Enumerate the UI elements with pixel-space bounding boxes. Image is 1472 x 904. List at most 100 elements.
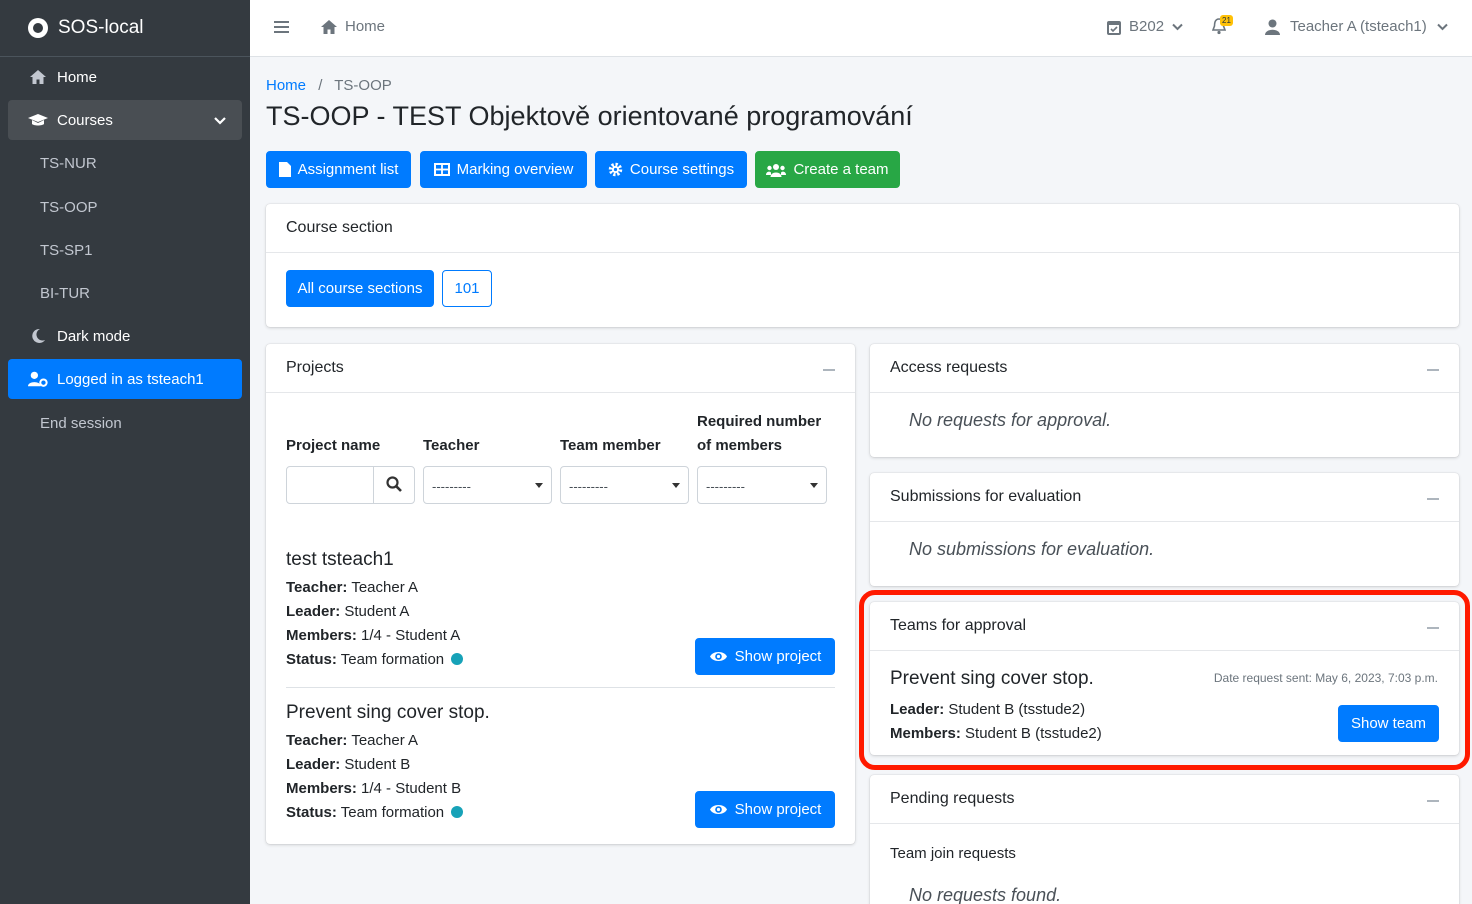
page-title: TS-OOP - TEST Objektově orientované prog… xyxy=(266,101,913,131)
sidebar-item-label: Logged in as tsteach1 xyxy=(57,370,204,388)
course-settings-button[interactable]: Course settings xyxy=(595,151,747,188)
gear-icon xyxy=(608,162,623,177)
field-label: Teacher: xyxy=(286,732,348,749)
project-name: Prevent sing cover stop. xyxy=(286,702,490,723)
marking-overview-button[interactable]: Marking overview xyxy=(420,151,587,188)
project-members: Members: 1/4 - Student A xyxy=(286,624,463,648)
room-dropdown[interactable]: B202 xyxy=(1107,18,1183,35)
section-101-button[interactable]: 101 xyxy=(442,270,492,307)
field-label: Members: xyxy=(286,780,357,797)
projects-card: Projects Project name Teacher Team membe… xyxy=(266,344,855,844)
pending-subtitle: Team join requests xyxy=(890,845,1016,862)
sidebar-item-ts-sp1[interactable]: TS-SP1 xyxy=(8,230,242,270)
column-header-project-name: Project name xyxy=(286,437,381,454)
project-status: Status: Team formation xyxy=(286,648,464,672)
sidebar-item-logged-in[interactable]: Logged in as tsteach1 xyxy=(8,359,242,399)
sidebar-item-ts-oop[interactable]: TS-OOP xyxy=(8,187,242,227)
breadcrumb-separator: / xyxy=(318,77,323,94)
project-leader: Leader: Student B xyxy=(286,753,490,777)
column-header-team-member: Team member xyxy=(560,437,661,454)
access-requests-card: Access requests No requests for approval… xyxy=(870,344,1459,457)
topbar-home-link[interactable]: Home xyxy=(320,18,385,35)
minimize-icon[interactable] xyxy=(1427,498,1439,500)
button-label: Course settings xyxy=(629,161,735,178)
teacher-select[interactable]: --------- xyxy=(423,466,552,504)
card-header: Access requests xyxy=(870,344,1459,393)
topbar: Home B202 21 Teacher A (tsteach1) xyxy=(250,0,1472,57)
field-label: Status: xyxy=(286,651,337,668)
brand-logo-icon xyxy=(28,18,48,38)
create-team-button[interactable]: Create a team xyxy=(755,151,900,188)
field-value: Teacher A xyxy=(351,732,419,749)
brand[interactable]: SOS-local xyxy=(0,0,250,57)
sidebar-item-label: TS-SP1 xyxy=(40,241,93,259)
sidebar-item-end-session[interactable]: End session xyxy=(8,403,242,443)
project-members: Members: 1/4 - Student B xyxy=(286,777,490,801)
button-label: Create a team xyxy=(793,161,889,178)
project-name: test tsteach1 xyxy=(286,549,394,570)
calendar-check-icon xyxy=(1107,19,1121,35)
show-project-button[interactable]: Show project xyxy=(695,791,835,828)
user-dropdown[interactable]: Teacher A (tsteach1) xyxy=(1265,18,1448,35)
hamburger-menu-icon[interactable] xyxy=(274,20,289,34)
field-value: Student B xyxy=(344,756,411,773)
breadcrumb-home-link[interactable]: Home xyxy=(266,77,306,94)
eye-icon xyxy=(709,803,728,816)
sidebar-item-label: Courses xyxy=(57,111,113,129)
sidebar-item-home[interactable]: Home xyxy=(8,57,242,97)
topbar-home-label: Home xyxy=(345,18,386,35)
sidebar-item-ts-nur[interactable]: TS-NUR xyxy=(8,143,242,183)
field-value: Team formation xyxy=(340,804,445,821)
all-course-sections-button[interactable]: All course sections xyxy=(286,270,434,307)
field-label: Leader: xyxy=(286,603,341,620)
course-section-card: Course section All course sections 101 xyxy=(266,204,1459,327)
required-members-select[interactable]: --------- xyxy=(697,466,827,504)
breadcrumb: Home / TS-OOP xyxy=(266,77,392,94)
minimize-icon[interactable] xyxy=(823,369,835,371)
home-icon xyxy=(28,69,48,85)
sidebar-item-label: Dark mode xyxy=(57,327,131,345)
card-title: Submissions for evaluation xyxy=(890,488,1082,505)
minimize-icon[interactable] xyxy=(1427,369,1439,371)
chevron-down-icon xyxy=(1172,23,1183,31)
status-indicator-icon xyxy=(451,653,464,665)
button-label: Marking overview xyxy=(456,161,574,178)
header-line: of members xyxy=(697,437,783,454)
notifications-button[interactable]: 21 xyxy=(1212,15,1233,35)
divider xyxy=(286,687,835,688)
breadcrumb-current: TS-OOP xyxy=(334,77,392,94)
button-label: Assignment list xyxy=(297,161,399,178)
empty-message: No submissions for evaluation. xyxy=(909,539,1155,559)
field-value: Team formation xyxy=(340,651,445,668)
sidebar-item-label: BI-TUR xyxy=(40,284,90,302)
search-icon[interactable] xyxy=(386,476,402,492)
sidebar-item-bi-tur[interactable]: BI-TUR xyxy=(8,273,242,313)
project-name-search xyxy=(286,466,415,504)
bell-icon: 21 xyxy=(1212,15,1233,35)
project-teacher: Teacher: Teacher A xyxy=(286,576,463,600)
main-content: Home / TS-OOP TS-OOP - TEST Objektově or… xyxy=(250,57,1472,904)
sidebar: SOS-local Home Courses TS-NUR TS-OOP TS-… xyxy=(0,0,250,904)
field-label: Members: xyxy=(286,627,357,644)
project-leader: Leader: Student A xyxy=(286,600,463,624)
minimize-icon[interactable] xyxy=(1427,800,1439,802)
card-title: Course section xyxy=(266,204,1459,253)
project-status: Status: Team formation xyxy=(286,801,490,825)
button-label: Show project xyxy=(734,648,822,665)
button-label: Show project xyxy=(734,801,822,818)
field-label: Leader: xyxy=(286,756,341,773)
home-icon xyxy=(320,19,338,35)
file-icon xyxy=(278,162,291,177)
field-value: 1/4 - Student A xyxy=(361,627,461,644)
project-name-input[interactable] xyxy=(287,467,374,503)
show-project-button[interactable]: Show project xyxy=(695,638,835,675)
column-header-required-members: Required number of members xyxy=(697,410,821,458)
sidebar-item-dark-mode[interactable]: Dark mode xyxy=(8,316,242,356)
field-label: Status: xyxy=(286,804,337,821)
notification-badge: 21 xyxy=(1220,15,1233,26)
sidebar-item-courses[interactable]: Courses xyxy=(8,100,242,140)
assignment-list-button[interactable]: Assignment list xyxy=(266,151,411,188)
card-header: Pending requests xyxy=(870,775,1459,824)
team-member-select[interactable]: --------- xyxy=(560,466,689,504)
users-icon xyxy=(766,163,787,177)
